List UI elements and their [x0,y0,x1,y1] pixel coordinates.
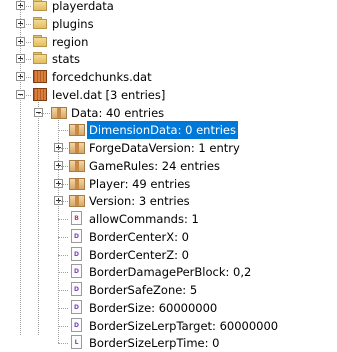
tree-node-label[interactable]: DimensionData: 0 entries [87,121,238,140]
folder-icon [32,16,48,30]
tree-node-bordersizelerptime-0[interactable]: L BorderSizeLerpTime: 0 [0,334,337,352]
double-tag-icon: D [69,247,85,261]
tree-guide-line [58,343,68,344]
tree-node-label[interactable]: stats [50,50,82,68]
tree-guide-line [58,166,68,167]
tree-node-label[interactable]: BorderSize: 60000000 [87,299,219,317]
tree-node-plugins[interactable]: plugins [0,15,337,33]
tree-node-label[interactable]: ForgeDataVersion: 1 entry [87,139,242,157]
tree-node-label[interactable]: GameRules: 24 entries [87,157,222,175]
compound-tag-icon [69,176,85,190]
tree-node-allowcommands-1[interactable]: BallowCommands: 1 [0,210,337,228]
tree-guide-line [58,326,68,327]
nbt-tree-view[interactable]: playerdata plugins region stats forcedchunks… [0,0,337,350]
tree-guide-line [58,290,68,291]
tree-node-label[interactable]: plugins [50,15,96,33]
tree-guide-line [58,201,68,202]
tree-node-label[interactable]: BorderSizeLerpTarget: 60000000 [87,317,280,335]
tree-node-region[interactable]: region [0,33,337,51]
tree-node-forgedataversion-1-entry[interactable]: ForgeDataVersion: 1 entry [0,139,337,157]
tree-guide-line [58,308,68,309]
tree-guide-line [20,6,31,7]
byte-tag-icon: B [69,211,85,225]
tree-node-version-3-entries[interactable]: Version: 3 entries [0,192,337,210]
tree-node-playerdata[interactable]: playerdata [0,0,337,15]
tree-guide-line [20,59,31,60]
tree-node-bordercenterz-0[interactable]: D BorderCenterZ: 0 [0,246,337,264]
tree-node-player-49-entries[interactable]: Player: 49 entries [0,175,337,193]
tree-guide-line [58,148,68,149]
tree-guide-line [20,95,31,96]
folder-icon [32,34,48,48]
tree-guide-line [58,219,68,220]
tree-guide-line [58,184,68,185]
tree-node-label[interactable]: Data: 40 entries [69,104,166,122]
tree-node-stats[interactable]: stats [0,50,337,68]
nbt-file-icon [32,69,48,83]
tree-node-bordersafezone-5[interactable]: D BorderSafeZone: 5 [0,281,337,299]
long-tag-icon: L [69,335,85,349]
tree-node-data-40-entries[interactable]: Data: 40 entries [0,104,337,122]
tree-node-forcedchunks-dat[interactable]: forcedchunks.dat [0,68,337,86]
tree-node-borderdamageperblock-0-2[interactable]: D BorderDamagePerBlock: 0,2 [0,263,337,281]
tree-node-level-dat-3-entries[interactable]: level.dat [3 entries] [0,86,337,104]
tree-guide-line [20,77,31,78]
tree-node-label[interactable]: forcedchunks.dat [50,68,154,86]
compound-tag-icon [69,140,85,154]
tree-guide-line [58,255,68,256]
folder-icon [32,51,48,65]
tree-node-label[interactable]: BorderSizeLerpTime: 0 [87,334,221,352]
double-tag-icon: D [69,300,85,314]
double-tag-icon: D [69,318,85,332]
double-tag-icon: D [69,229,85,243]
folder-icon [32,0,48,12]
tree-node-label[interactable]: level.dat [3 entries] [50,86,167,104]
tree-guide-line [58,237,68,238]
tree-node-dimensiondata-0-entries[interactable]: DimensionData: 0 entries [0,121,337,140]
tree-guide-line [38,113,50,114]
compound-tag-icon [69,193,85,207]
compound-tag-icon [69,158,85,172]
tree-guide-line [58,130,68,131]
tree-node-bordersize-60000000[interactable]: D BorderSize: 60000000 [0,299,337,317]
tree-guide-line [58,272,68,273]
tree-guide-line [20,24,31,25]
tree-node-label[interactable]: BorderDamagePerBlock: 0,2 [87,263,253,281]
tree-node-label[interactable]: Player: 49 entries [87,175,192,193]
compound-tag-icon [51,105,67,119]
double-tag-icon: D [69,264,85,278]
tree-node-gamerules-24-entries[interactable]: GameRules: 24 entries [0,157,337,175]
tree-node-label[interactable]: region [50,33,90,51]
tree-node-label[interactable]: playerdata [50,0,116,15]
tree-node-label[interactable]: BorderCenterX: 0 [87,228,191,246]
tree-node-bordersizelerptarget-60000000[interactable]: D BorderSizeLerpTarget: 60000000 [0,317,337,335]
tree-guide-line [20,42,31,43]
compound-tag-icon [69,122,85,136]
tree-node-label[interactable]: BorderSafeZone: 5 [87,281,199,299]
tree-node-bordercenterx-0[interactable]: D BorderCenterX: 0 [0,228,337,246]
tree-node-label[interactable]: Version: 3 entries [87,192,192,210]
nbt-file-icon [32,87,48,101]
tree-node-label[interactable]: BorderCenterZ: 0 [87,246,191,264]
tree-node-label[interactable]: allowCommands: 1 [87,210,201,228]
double-tag-icon: D [69,282,85,296]
